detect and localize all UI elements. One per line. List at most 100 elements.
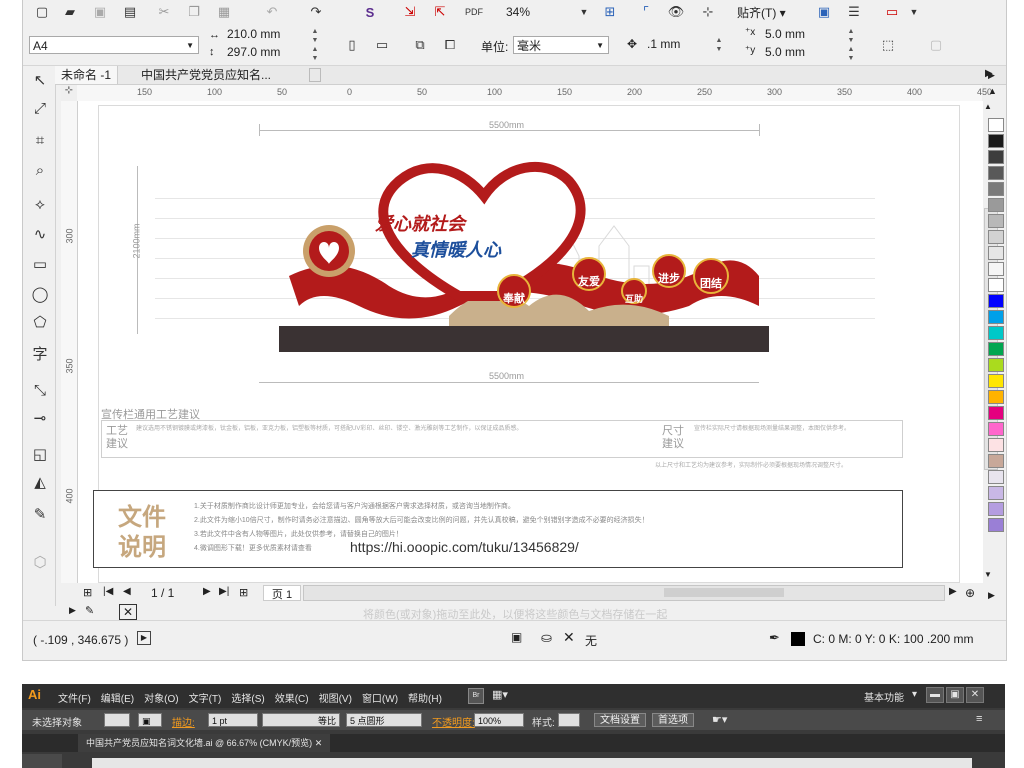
arrange-documents-icon[interactable]: ▦▾ <box>492 688 508 701</box>
height-stepper[interactable]: ▲ ▼ <box>309 45 321 63</box>
width-stepper[interactable]: ▲ ▼ <box>309 27 321 45</box>
arrange-icon[interactable]: ☛▾ <box>712 713 727 726</box>
color-swatch[interactable] <box>988 230 1004 244</box>
brush-definition[interactable]: 5 点圆形 <box>346 713 422 727</box>
color-swatch[interactable] <box>988 454 1004 468</box>
color-swatch[interactable] <box>988 118 1004 132</box>
panel-menu-icon[interactable]: ≡ <box>976 713 982 725</box>
nudge-stepper[interactable]: ▲ ▼ <box>713 36 725 54</box>
stroke-label[interactable]: 描边: <box>172 714 195 729</box>
crop-tool-icon[interactable]: ⌗ <box>29 130 51 152</box>
preferences-button[interactable]: 首选项 <box>652 713 694 727</box>
artistic-media-icon[interactable]: ∿ <box>29 224 51 246</box>
palette-expand-icon[interactable]: ▶ <box>988 590 995 601</box>
rulers-icon[interactable]: ⌜ <box>637 4 655 20</box>
color-palette[interactable] <box>988 118 1006 584</box>
new-tab-icon[interactable] <box>309 68 321 82</box>
close-button[interactable]: ✕ <box>966 687 984 703</box>
connector-tool-icon[interactable]: ⊸ <box>29 408 51 430</box>
import-icon[interactable]: ⇲ <box>401 4 419 20</box>
print-icon[interactable]: ▤ <box>121 4 139 20</box>
no-color-swatch[interactable]: ✕ <box>119 604 137 620</box>
menu-item[interactable]: 文件(F) <box>58 690 91 705</box>
duplicate-y-stepper[interactable]: ▲ ▼ <box>845 45 857 63</box>
eyedropper-icon[interactable]: ✎ <box>29 504 51 526</box>
pick-tool-icon[interactable]: ↖ <box>29 70 51 92</box>
welcome-screen-icon[interactable]: ▭ <box>883 4 901 20</box>
stroke-weight-field[interactable]: 1 pt <box>208 713 258 727</box>
publish-pdf-icon[interactable]: PDF <box>463 4 485 20</box>
page-options-icon[interactable]: ▢ <box>927 37 945 53</box>
paste-icon[interactable]: ▦ <box>215 4 233 20</box>
color-swatch[interactable] <box>988 326 1004 340</box>
redo-icon[interactable]: ↷ <box>307 4 325 20</box>
palette-arrow-icon[interactable]: ▶ <box>69 605 76 616</box>
stroke-swatch[interactable]: ▣ <box>138 713 162 727</box>
tab-untitled[interactable]: 未命名 -1 <box>55 66 119 84</box>
color-swatch[interactable] <box>988 294 1004 308</box>
color-swatch[interactable] <box>988 358 1004 372</box>
color-swatch[interactable] <box>988 422 1004 436</box>
cut-icon[interactable]: ✂ <box>155 4 173 20</box>
current-page-icon[interactable]: ⧠ <box>441 37 459 53</box>
color-swatch[interactable] <box>988 374 1004 388</box>
color-swatch[interactable] <box>988 470 1004 484</box>
text-tool-icon[interactable]: 字 <box>29 344 51 366</box>
tab-document[interactable]: 中国共产党党员应知名... <box>135 66 277 84</box>
next-page-icon[interactable]: ▶ <box>203 586 211 597</box>
horizontal-ruler[interactable]: 15010050050100150200250300350400450毫米 <box>77 85 992 102</box>
menu-item[interactable]: 效果(C) <box>275 690 309 705</box>
color-swatch[interactable] <box>988 214 1004 228</box>
units-select[interactable]: 毫米 ▼ <box>513 36 609 54</box>
duplicate-x-stepper[interactable]: ▲ ▼ <box>845 27 857 45</box>
undo-icon[interactable]: ↶ <box>263 4 281 20</box>
graphic-style-swatch[interactable] <box>558 713 580 727</box>
drawing-canvas[interactable]: 5500mm 2100mm 爱心就社会 真情暖人心 奉献 友爱 互助 进步 团结… <box>78 101 983 583</box>
notes-url[interactable]: https://hi.ooopic.com/tuku/13456829/ <box>350 539 579 555</box>
scroll-up-icon[interactable]: ▲ <box>984 102 992 111</box>
search-content-icon[interactable]: S <box>361 4 379 20</box>
color-swatch[interactable] <box>988 198 1004 212</box>
all-pages-icon[interactable]: ⧉ <box>411 37 429 53</box>
color-swatch[interactable] <box>988 246 1004 260</box>
variable-width-profile[interactable]: 等比 <box>262 713 340 727</box>
vertical-ruler[interactable]: 300 350 400 <box>61 101 78 583</box>
paper-size-select[interactable]: A4 ▼ <box>29 36 199 54</box>
horizontal-scrollbar[interactable] <box>303 585 945 601</box>
page-width-field[interactable]: 210.0 mm <box>227 27 280 41</box>
color-swatch[interactable] <box>988 262 1004 276</box>
scroll-thumb[interactable] <box>664 588 784 597</box>
chevron-down-icon[interactable]: ▼ <box>575 4 593 20</box>
rectangle-tool-icon[interactable]: ▭ <box>29 254 51 276</box>
portrait-icon[interactable]: ▯ <box>343 37 361 53</box>
menu-item[interactable]: 帮助(H) <box>408 690 442 705</box>
duplicate-y-field[interactable]: 5.0 mm <box>765 45 805 59</box>
fill-swatch[interactable] <box>104 713 130 727</box>
color-swatch[interactable] <box>988 486 1004 500</box>
color-swatch[interactable] <box>988 134 1004 148</box>
color-swatch[interactable] <box>988 390 1004 404</box>
ruler-origin-icon[interactable]: ⊹ <box>61 85 77 101</box>
menu-item[interactable]: 窗口(W) <box>362 690 398 705</box>
palette-scroll-up-icon[interactable]: ▶ <box>988 70 995 81</box>
color-swatch[interactable] <box>988 518 1004 532</box>
duplicate-x-field[interactable]: 5.0 mm <box>765 27 805 41</box>
ellipse-tool-icon[interactable]: ◯ <box>29 284 51 306</box>
color-eyedropper-icon[interactable]: ✎ <box>85 604 94 617</box>
landscape-icon[interactable]: ▭ <box>373 37 391 53</box>
scroll-right-icon[interactable]: ▶ <box>949 586 957 597</box>
menu-item[interactable]: 文字(T) <box>189 690 222 705</box>
color-swatch[interactable] <box>988 166 1004 180</box>
copy-icon[interactable]: ❐ <box>185 4 203 20</box>
prev-page-icon[interactable]: ◀ <box>123 586 131 597</box>
nudge-distance-field[interactable]: .1 mm <box>647 37 680 51</box>
treat-as-filled-icon[interactable]: ⬚ <box>879 37 897 53</box>
color-swatch[interactable] <box>988 150 1004 164</box>
new-document-icon[interactable]: ▢ <box>33 4 51 20</box>
menu-item[interactable]: 对象(O) <box>144 690 178 705</box>
zoom-tool-icon[interactable]: ⌕ <box>29 160 51 182</box>
view-icon[interactable]: 👁 <box>667 4 685 20</box>
color-proof-icon[interactable]: ▣ <box>511 630 522 644</box>
menu-item[interactable]: 视图(V) <box>319 690 352 705</box>
export-icon[interactable]: ⇱ <box>431 4 449 20</box>
